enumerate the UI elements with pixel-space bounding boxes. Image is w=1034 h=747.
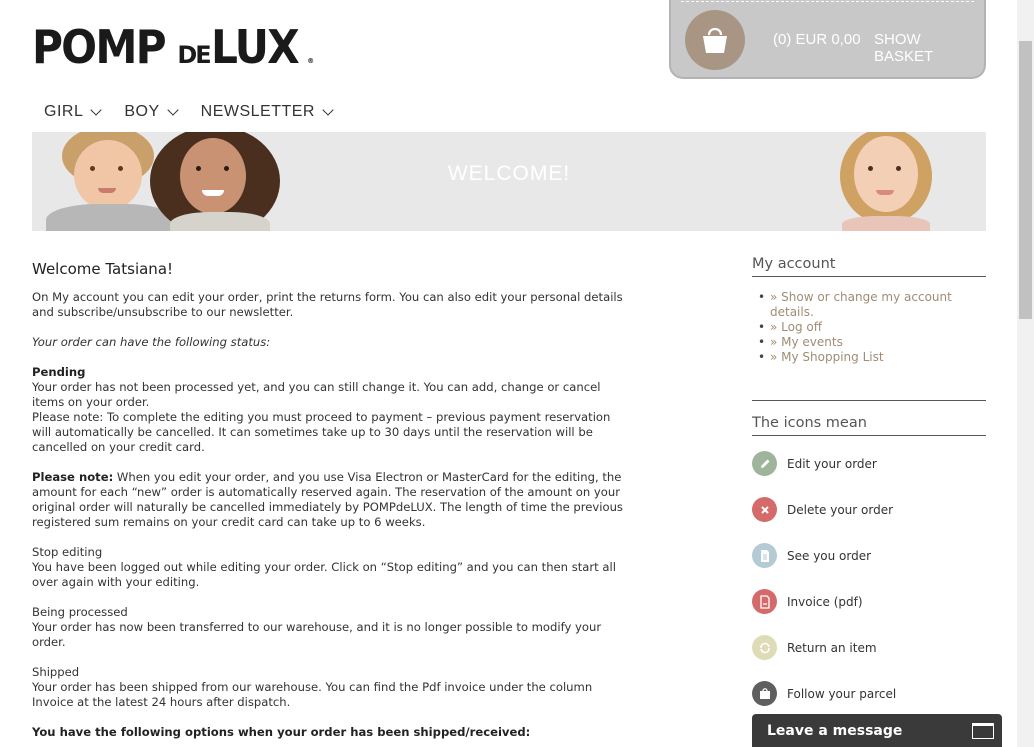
account-links: » Show or change my account details. » L… bbox=[758, 290, 986, 365]
page-title: Welcome Tatsiana! bbox=[32, 260, 174, 278]
status-pending-note: Please note: To complete the editing you… bbox=[32, 410, 611, 454]
status-pending-text: Your order has not been processed yet, a… bbox=[32, 380, 601, 409]
link-account-details[interactable]: » Show or change my account details. bbox=[758, 290, 986, 320]
legend-return-label: Return an item bbox=[787, 640, 877, 655]
status-processed-title: Being processed bbox=[32, 605, 128, 619]
sidebar-my-account: My account » Show or change my account d… bbox=[752, 256, 986, 365]
chevron-down-icon bbox=[166, 103, 179, 116]
nav-girl-label: GIRL bbox=[44, 103, 84, 120]
document-icon bbox=[752, 543, 777, 568]
logo-text-de: DE bbox=[177, 41, 211, 69]
close-icon bbox=[752, 497, 777, 522]
status-pending-title: Pending bbox=[32, 365, 86, 379]
pdf-icon bbox=[752, 589, 777, 614]
logo-text-lux: LUX bbox=[210, 20, 300, 74]
chevron-down-icon bbox=[90, 103, 103, 116]
logo-text-pomp: POMP bbox=[32, 20, 167, 74]
legend-delete-label: Delete your order bbox=[787, 502, 894, 517]
link-my-events[interactable]: » My events bbox=[758, 335, 986, 350]
nav-boy[interactable]: BOY bbox=[124, 103, 179, 121]
link-log-off[interactable]: » Log off bbox=[758, 320, 986, 335]
main-nav: GIRL BOY NEWSLETTER bbox=[44, 103, 356, 121]
window-icon[interactable] bbox=[972, 723, 994, 739]
legend-follow-parcel: Follow your parcel bbox=[752, 681, 896, 706]
payment-note-text: When you edit your order, and you use Vi… bbox=[32, 470, 623, 529]
status-shipped: Shipped Your order has been shipped from… bbox=[32, 665, 632, 710]
nav-boy-label: BOY bbox=[124, 103, 160, 120]
nav-newsletter-label: NEWSLETTER bbox=[200, 103, 315, 120]
icons-mean-heading: The icons mean bbox=[752, 415, 986, 436]
account-content: Welcome Tatsiana! On My account you can … bbox=[32, 260, 632, 747]
status-shipped-title: Shipped bbox=[32, 665, 80, 679]
leave-message-label: Leave a message bbox=[767, 723, 903, 739]
basket-divider bbox=[681, 1, 974, 2]
link-my-shopping-list[interactable]: » My Shopping List bbox=[758, 350, 986, 365]
welcome-banner: WELCOME! bbox=[32, 132, 986, 231]
nav-newsletter[interactable]: NEWSLETTER bbox=[200, 103, 334, 121]
legend-see-order: See you order bbox=[752, 543, 871, 568]
chevron-down-icon bbox=[322, 103, 334, 116]
show-basket-link[interactable]: SHOW BASKET bbox=[874, 31, 984, 65]
mini-basket[interactable]: (0) EUR 0,00 SHOW BASKET bbox=[669, 0, 986, 79]
status-processed-text: Your order has now been transferred to o… bbox=[32, 620, 602, 649]
intro-text: On My account you can edit your order, p… bbox=[32, 290, 623, 319]
my-account-heading: My account bbox=[752, 256, 986, 277]
pencil-icon bbox=[752, 451, 777, 476]
scrollbar-thumb[interactable] bbox=[1019, 41, 1032, 319]
status-pending: Pending Your order has not been processe… bbox=[32, 365, 632, 455]
legend-delete-order: Delete your order bbox=[752, 497, 893, 522]
parcel-icon bbox=[752, 681, 777, 706]
basket-total[interactable]: (0) EUR 0,00 bbox=[773, 31, 861, 48]
status-shipped-text: Your order has been shipped from our war… bbox=[32, 680, 593, 709]
brand-logo[interactable]: POMP DE LUX ® bbox=[32, 20, 314, 74]
options-heading-text: You have the following options when your… bbox=[32, 725, 531, 739]
shopping-bag-icon[interactable] bbox=[685, 10, 745, 70]
status-stop-editing: Stop editing You have been logged out wh… bbox=[32, 545, 632, 590]
legend-edit-label: Edit your order bbox=[787, 456, 877, 471]
legend-invoice: Invoice (pdf) bbox=[752, 589, 863, 614]
legend-edit-order: Edit your order bbox=[752, 451, 877, 476]
payment-note-title: Please note: bbox=[32, 470, 114, 484]
leave-message-widget[interactable]: Leave a message bbox=[752, 714, 1002, 747]
status-being-processed: Being processed Your order has now been … bbox=[32, 605, 632, 650]
return-icon bbox=[752, 635, 777, 660]
legend-invoice-label: Invoice (pdf) bbox=[787, 594, 863, 609]
page-scrollbar[interactable] bbox=[1017, 0, 1034, 747]
status-stop-title: Stop editing bbox=[32, 545, 103, 559]
sidebar-divider bbox=[752, 400, 986, 401]
payment-note: Please note: When you edit your order, a… bbox=[32, 470, 632, 530]
nav-girl[interactable]: GIRL bbox=[44, 103, 103, 121]
status-stop-text: You have been logged out while editing y… bbox=[32, 560, 616, 589]
status-intro: Your order can have the following status… bbox=[32, 335, 271, 349]
banner-title: WELCOME! bbox=[447, 162, 571, 185]
logo-registered: ® bbox=[307, 57, 315, 65]
legend-parcel-label: Follow your parcel bbox=[787, 686, 897, 701]
options-heading: You have the following options when your… bbox=[32, 725, 632, 740]
legend-see-label: See you order bbox=[787, 548, 872, 563]
legend-return-item: Return an item bbox=[752, 635, 877, 660]
